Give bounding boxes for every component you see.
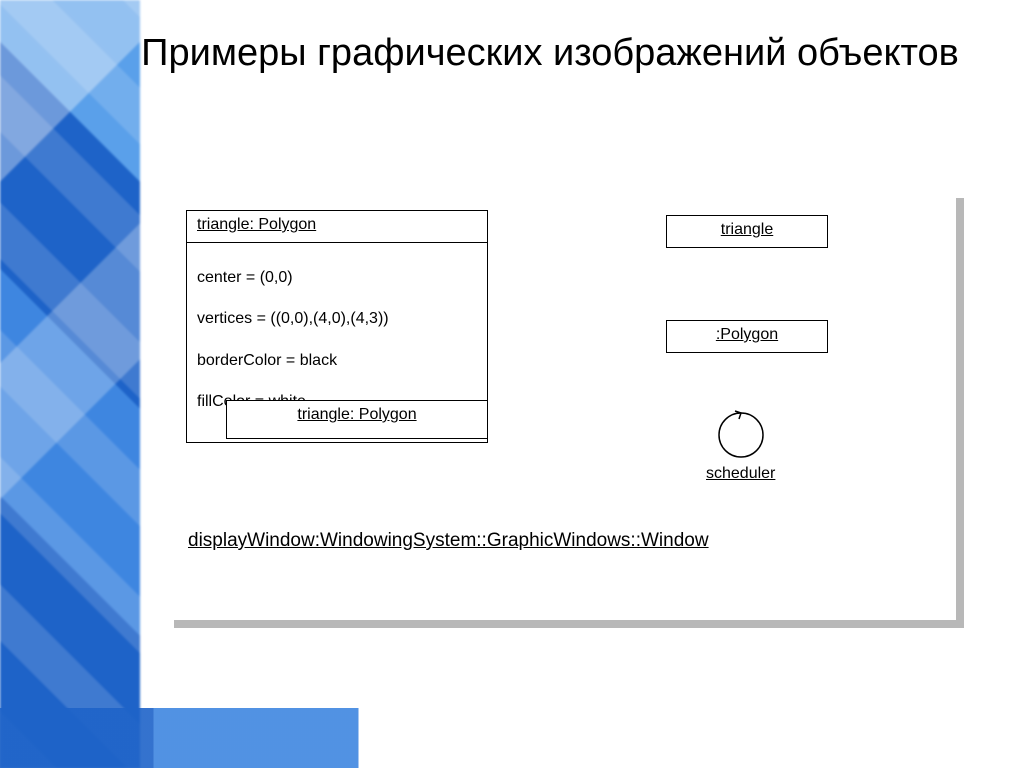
- slide-title: Примеры графических изображений объектов: [96, 30, 1004, 78]
- slide-content: Примеры графических изображений объектов…: [96, 10, 1004, 748]
- object-triangle-polygon-short: triangle: Polygon: [226, 400, 488, 439]
- object-label: scheduler: [706, 465, 775, 483]
- object-header-text: triangle: Polygon: [297, 406, 416, 423]
- object-header-text: triangle: [721, 221, 773, 238]
- object-header-text: :Polygon: [716, 326, 778, 343]
- object-triangle: triangle: [666, 215, 828, 248]
- object-scheduler-active: scheduler: [706, 405, 775, 483]
- object-header: triangle: [667, 216, 827, 247]
- object-header: :Polygon: [667, 321, 827, 352]
- object-fully-qualified-name: displayWindow:WindowingSystem::GraphicWi…: [188, 530, 709, 552]
- object-header: triangle: Polygon: [187, 211, 487, 243]
- attr-line: borderColor = black: [197, 351, 477, 372]
- object-header: triangle: Polygon: [227, 401, 487, 432]
- attr-line: vertices = ((0,0),(4,0),(4,3)): [197, 309, 477, 330]
- attr-line: center = (0,0): [197, 268, 477, 289]
- object-anon-polygon: :Polygon: [666, 320, 828, 353]
- object-header-text: triangle: Polygon: [197, 216, 316, 233]
- self-loop-icon: [709, 405, 773, 461]
- content-card: triangle: Polygon center = (0,0) vertice…: [166, 190, 956, 620]
